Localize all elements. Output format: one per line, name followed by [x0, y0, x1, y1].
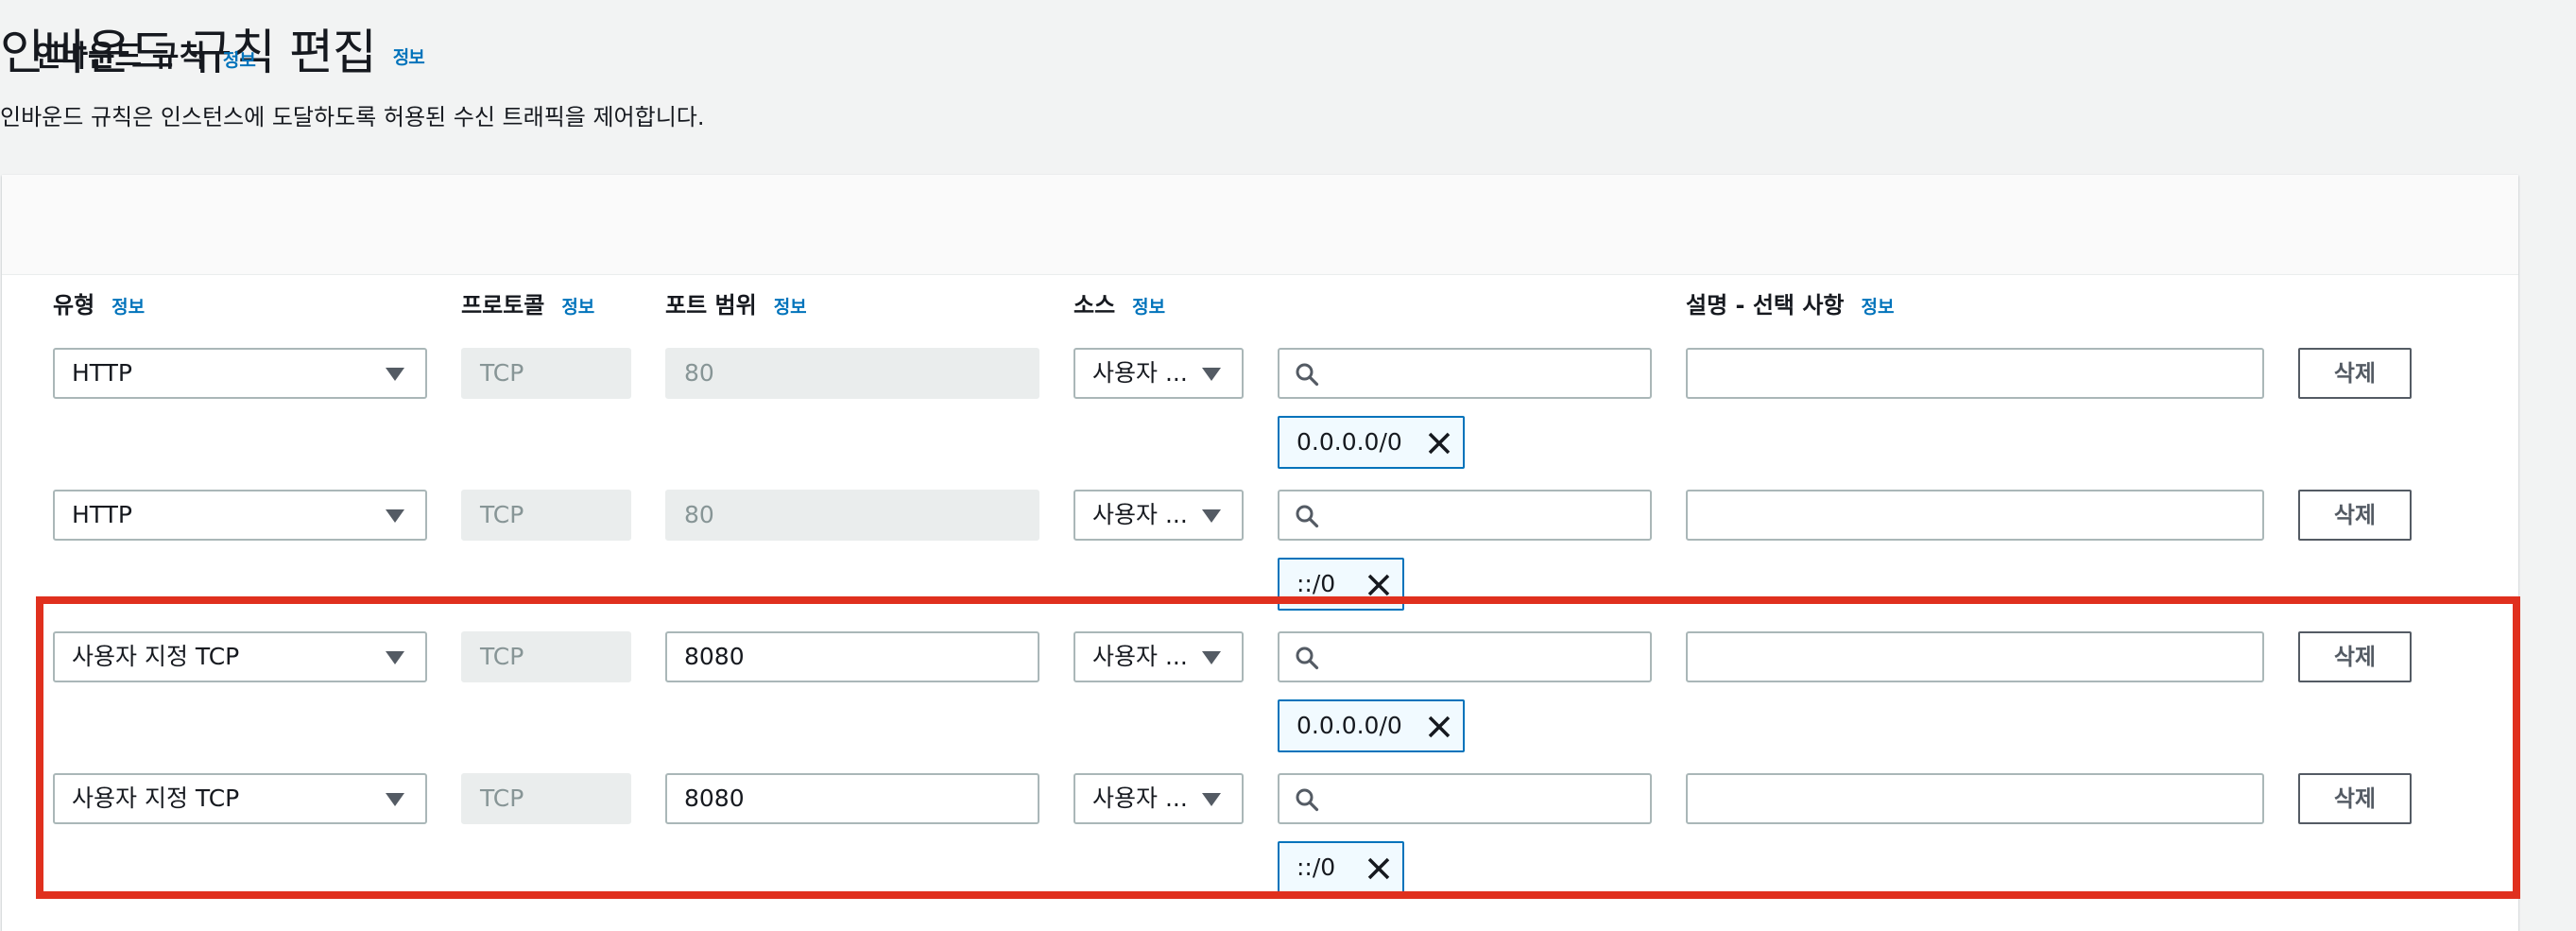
highlight-box: [36, 596, 2520, 899]
dropdown-caret-icon: [1202, 368, 1221, 381]
panel-title-info-link[interactable]: 정보: [223, 50, 256, 71]
delete-button[interactable]: 삭제: [2298, 490, 2412, 541]
search-icon: [1296, 505, 1319, 528]
protocol-field: TCP: [461, 490, 631, 541]
column-header-port-range: 포트 범위 정보: [665, 286, 807, 319]
dropdown-caret-icon: [1202, 509, 1221, 523]
column-type-info-link[interactable]: 정보: [112, 297, 145, 318]
column-port-range-info-link[interactable]: 정보: [774, 297, 807, 318]
panel-header: [2, 175, 2518, 275]
page-title-info-link[interactable]: 정보: [393, 47, 425, 68]
panel-title-text: 인바운드 규칙: [34, 40, 206, 74]
column-source-label: 소스: [1073, 292, 1116, 319]
source-type-value: 사용자 ...: [1092, 501, 1188, 528]
column-protocol-label: 프로토콜: [461, 292, 545, 319]
source-search-input[interactable]: [1278, 490, 1652, 541]
delete-button[interactable]: 삭제: [2298, 348, 2412, 399]
column-source-info-link[interactable]: 정보: [1132, 297, 1165, 318]
source-type-value: 사용자 ...: [1092, 359, 1188, 387]
source-token-label: ::/0: [1297, 570, 1336, 597]
remove-token-icon[interactable]: [1425, 429, 1453, 457]
column-description-label: 설명 - 선택 사항: [1686, 292, 1845, 319]
remove-token-icon[interactable]: [1365, 571, 1393, 599]
column-port-range-label: 포트 범위: [665, 292, 757, 319]
description-input[interactable]: [1686, 348, 2264, 399]
column-type-label: 유형: [53, 292, 95, 319]
column-header-protocol: 프로토콜 정보: [461, 286, 594, 319]
column-header-description: 설명 - 선택 사항 정보: [1686, 286, 1894, 319]
source-search-input[interactable]: [1278, 348, 1652, 399]
type-select[interactable]: HTTP: [53, 348, 427, 399]
description-input[interactable]: [1686, 490, 2264, 541]
column-description-info-link[interactable]: 정보: [1862, 297, 1895, 318]
source-type-select[interactable]: 사용자 ...: [1073, 348, 1244, 399]
dropdown-caret-icon: [386, 368, 404, 381]
type-select[interactable]: HTTP: [53, 490, 427, 541]
port-range-input: 80: [665, 490, 1039, 541]
port-range-input: 80: [665, 348, 1039, 399]
search-icon: [1296, 363, 1319, 387]
column-header-type: 유형 정보: [53, 286, 145, 319]
type-select-value: HTTP: [72, 501, 132, 528]
source-type-select[interactable]: 사용자 ...: [1073, 490, 1244, 541]
type-select-value: HTTP: [72, 359, 132, 387]
source-token-label: 0.0.0.0/0: [1297, 428, 1402, 456]
page-description: 인바운드 규칙은 인스턴스에 도달하도록 허용된 수신 트래픽을 제어합니다.: [0, 104, 705, 130]
protocol-field: TCP: [461, 348, 631, 399]
column-header-source: 소스 정보: [1073, 286, 1165, 319]
source-token: 0.0.0.0/0: [1278, 416, 1465, 469]
column-protocol-info-link[interactable]: 정보: [561, 297, 594, 318]
panel-title: 인바운드 규칙 정보: [34, 32, 256, 75]
dropdown-caret-icon: [386, 509, 404, 523]
